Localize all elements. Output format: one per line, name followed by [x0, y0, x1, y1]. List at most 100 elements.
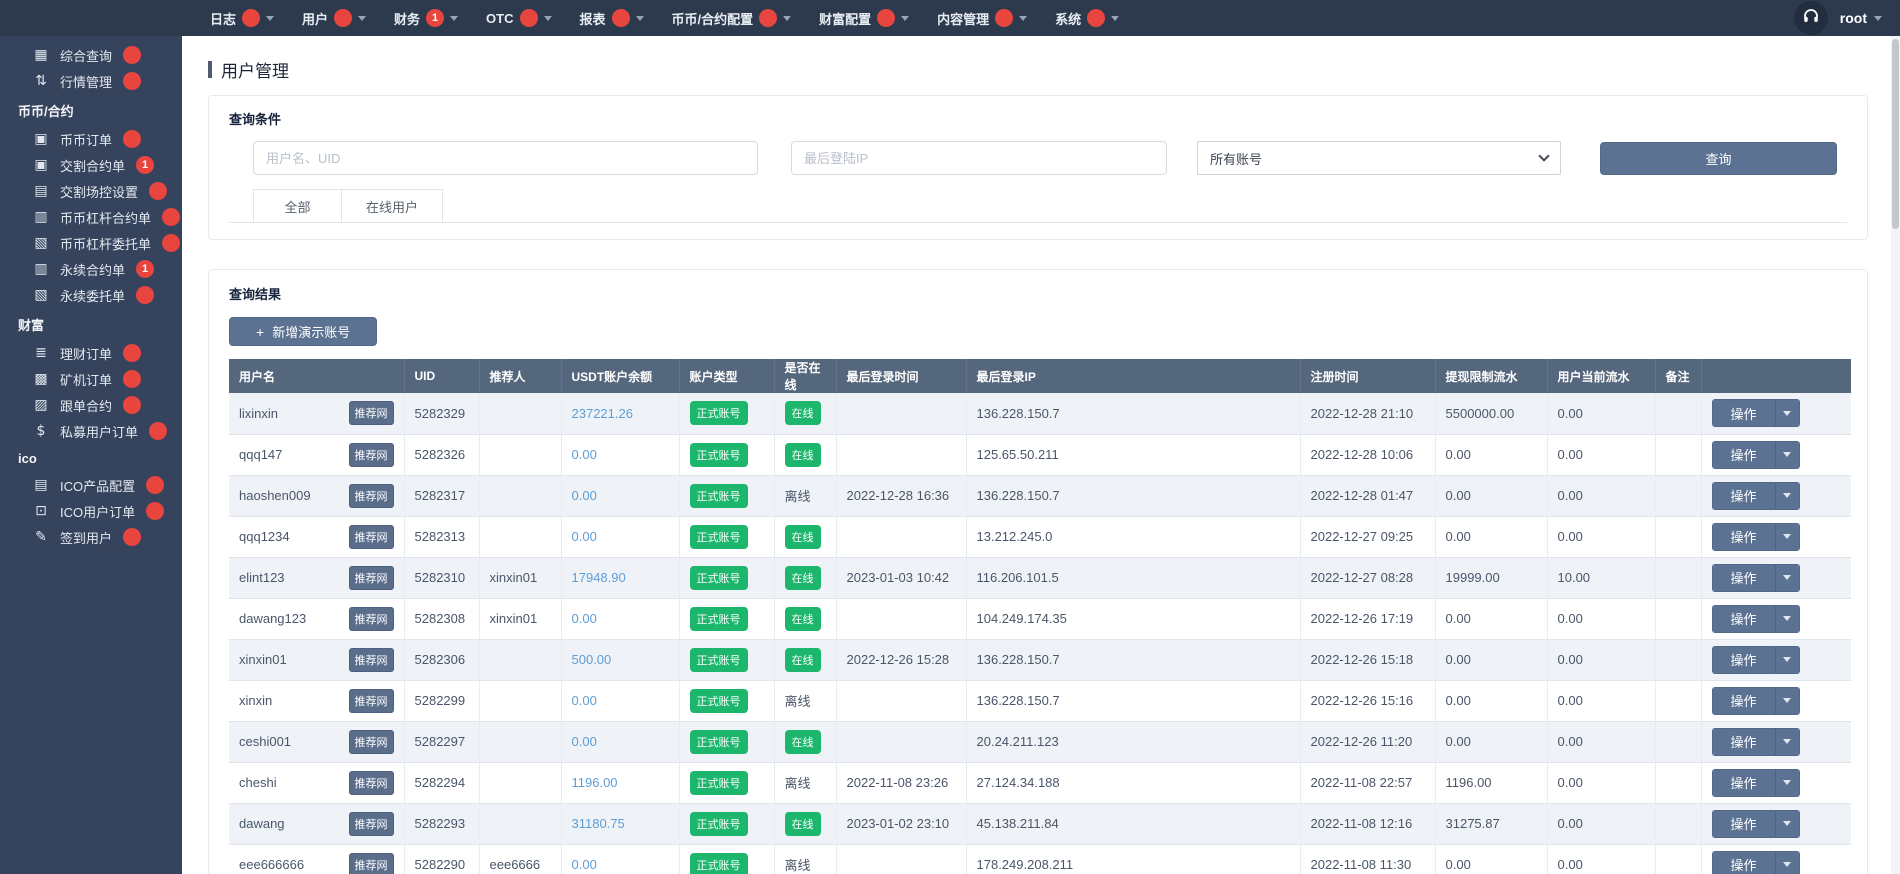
nav-menu-item[interactable]: 日志	[196, 0, 288, 36]
sidebar-item[interactable]: ▣ 交割合约单 1	[0, 152, 182, 178]
action-button[interactable]: 操作	[1713, 852, 1775, 874]
action-button[interactable]: 操作	[1713, 770, 1775, 796]
usdt-balance-link[interactable]: 17948.90	[572, 570, 626, 585]
action-button[interactable]: 操作	[1713, 647, 1775, 673]
referral-network-button[interactable]: 推荐网	[349, 730, 394, 754]
action-button[interactable]: 操作	[1713, 483, 1775, 509]
sidebar-item[interactable]: ▥ 币币杠杆合约单	[0, 204, 182, 230]
sidebar-item[interactable]: ▦ 综合查询	[0, 42, 182, 68]
search-button[interactable]: 查询	[1600, 142, 1837, 175]
tab-all[interactable]: 全部	[253, 189, 341, 222]
username-cell: haoshen009	[239, 488, 311, 503]
action-dropdown-button[interactable]	[1775, 852, 1799, 874]
online-badge: 在线	[785, 525, 821, 549]
referral-network-button[interactable]: 推荐网	[349, 525, 394, 549]
notification-badge	[149, 422, 167, 440]
usdt-balance-link[interactable]: 0.00	[572, 447, 597, 462]
online-status-cell: 在线	[774, 598, 836, 639]
action-button[interactable]: 操作	[1713, 524, 1775, 550]
sidebar-item[interactable]: ▤ 交割场控设置	[0, 178, 182, 204]
action-dropdown-button[interactable]	[1775, 524, 1799, 550]
action-button[interactable]: 操作	[1713, 729, 1775, 755]
action-dropdown-button[interactable]	[1775, 565, 1799, 591]
nav-menu-item[interactable]: 报表	[566, 0, 658, 36]
action-button[interactable]: 操作	[1713, 442, 1775, 468]
usdt-balance-link[interactable]: 0.00	[572, 529, 597, 544]
nav-menu-item[interactable]: 内容管理	[923, 0, 1041, 36]
sidebar-item-label: 跟单合约	[60, 396, 112, 415]
online-status-cell: 离线	[774, 680, 836, 721]
usdt-balance-link[interactable]: 0.00	[572, 611, 597, 626]
referral-network-button[interactable]: 推荐网	[349, 566, 394, 590]
sidebar-item[interactable]: $ 私募用户订单	[0, 418, 182, 444]
sidebar-item[interactable]: ▣ 币币订单	[0, 126, 182, 152]
last-login-ip-cell: 27.124.34.188	[966, 762, 1300, 803]
usdt-balance-link[interactable]: 500.00	[572, 652, 612, 667]
action-button[interactable]: 操作	[1713, 565, 1775, 591]
referral-network-button[interactable]: 推荐网	[349, 401, 394, 425]
remark-cell	[1655, 475, 1701, 516]
action-dropdown-button[interactable]	[1775, 400, 1799, 426]
usdt-balance-link[interactable]: 0.00	[572, 734, 597, 749]
support-button[interactable]	[1794, 1, 1828, 35]
account-type-select[interactable]: 所有账号	[1197, 141, 1561, 175]
nav-menu-item[interactable]: 用户	[288, 0, 380, 36]
chevron-down-icon	[1783, 821, 1791, 826]
action-button[interactable]: 操作	[1713, 606, 1775, 632]
username-uid-input[interactable]	[253, 141, 758, 175]
sidebar-item-label: ICO用户订单	[60, 502, 135, 521]
sidebar-item[interactable]: ⊡ ICO用户订单	[0, 498, 182, 524]
usdt-balance-link[interactable]: 0.00	[572, 488, 597, 503]
nav-menu-item[interactable]: 财务 1	[380, 0, 472, 36]
usdt-balance-link[interactable]: 1196.00	[572, 775, 618, 790]
sidebar-item[interactable]: ▧ 永续委托单	[0, 282, 182, 308]
referral-network-button[interactable]: 推荐网	[349, 607, 394, 631]
sidebar-item[interactable]: ⇅ 行情管理	[0, 68, 182, 94]
action-dropdown-button[interactable]	[1775, 442, 1799, 468]
action-button[interactable]: 操作	[1713, 688, 1775, 714]
referral-network-button[interactable]: 推荐网	[349, 443, 394, 467]
nav-item-label: 报表	[580, 9, 606, 28]
sidebar-item[interactable]: ≣ 理财订单	[0, 340, 182, 366]
sidebar-item[interactable]: ▧ 币币杠杆委托单	[0, 230, 182, 256]
usdt-balance-link[interactable]: 31180.75	[572, 816, 625, 831]
user-menu[interactable]: root	[1840, 10, 1882, 26]
usdt-balance-link[interactable]: 0.00	[572, 857, 597, 872]
sidebar-item[interactable]: ▩ 矿机订单	[0, 366, 182, 392]
action-button[interactable]: 操作	[1713, 400, 1775, 426]
action-dropdown-button[interactable]	[1775, 647, 1799, 673]
nav-item-label: 币币/合约配置	[672, 9, 754, 28]
tab-online-users[interactable]: 在线用户	[341, 189, 443, 222]
action-dropdown-button[interactable]	[1775, 729, 1799, 755]
nav-menu-item[interactable]: OTC	[472, 0, 565, 36]
sidebar-item[interactable]: ▤ ICO产品配置	[0, 472, 182, 498]
action-dropdown-button[interactable]	[1775, 811, 1799, 837]
sidebar-item[interactable]: ▥ 永续合约单 1	[0, 256, 182, 282]
action-dropdown-button[interactable]	[1775, 770, 1799, 796]
nav-menu-item[interactable]: 财富配置	[805, 0, 923, 36]
usdt-balance-link[interactable]: 0.00	[572, 693, 597, 708]
action-dropdown-button[interactable]	[1775, 688, 1799, 714]
uid-cell: 5282329	[404, 393, 479, 434]
referral-network-button[interactable]: 推荐网	[349, 812, 394, 836]
nav-menu-item[interactable]: 币币/合约配置	[658, 0, 806, 36]
notification-badge: 1	[136, 260, 154, 278]
register-time-cell: 2022-12-26 15:16	[1300, 680, 1435, 721]
usdt-balance-link[interactable]: 237221.26	[572, 406, 633, 421]
scrollbar-thumb[interactable]	[1892, 39, 1899, 229]
referral-network-button[interactable]: 推荐网	[349, 853, 394, 874]
sidebar-item[interactable]: ✎ 签到用户	[0, 524, 182, 550]
last-login-ip-input[interactable]	[791, 141, 1167, 175]
action-dropdown-button[interactable]	[1775, 606, 1799, 632]
referral-network-button[interactable]: 推荐网	[349, 484, 394, 508]
add-demo-account-button[interactable]: + 新增演示账号	[229, 317, 377, 346]
sidebar-item[interactable]: ▨ 跟单合约	[0, 392, 182, 418]
action-button[interactable]: 操作	[1713, 811, 1775, 837]
referral-network-button[interactable]: 推荐网	[349, 689, 394, 713]
nav-item-label: 内容管理	[937, 9, 989, 28]
page-scrollbar[interactable]	[1891, 36, 1900, 874]
nav-menu-item[interactable]: 系统	[1041, 0, 1133, 36]
referral-network-button[interactable]: 推荐网	[349, 771, 394, 795]
referral-network-button[interactable]: 推荐网	[349, 648, 394, 672]
action-dropdown-button[interactable]	[1775, 483, 1799, 509]
